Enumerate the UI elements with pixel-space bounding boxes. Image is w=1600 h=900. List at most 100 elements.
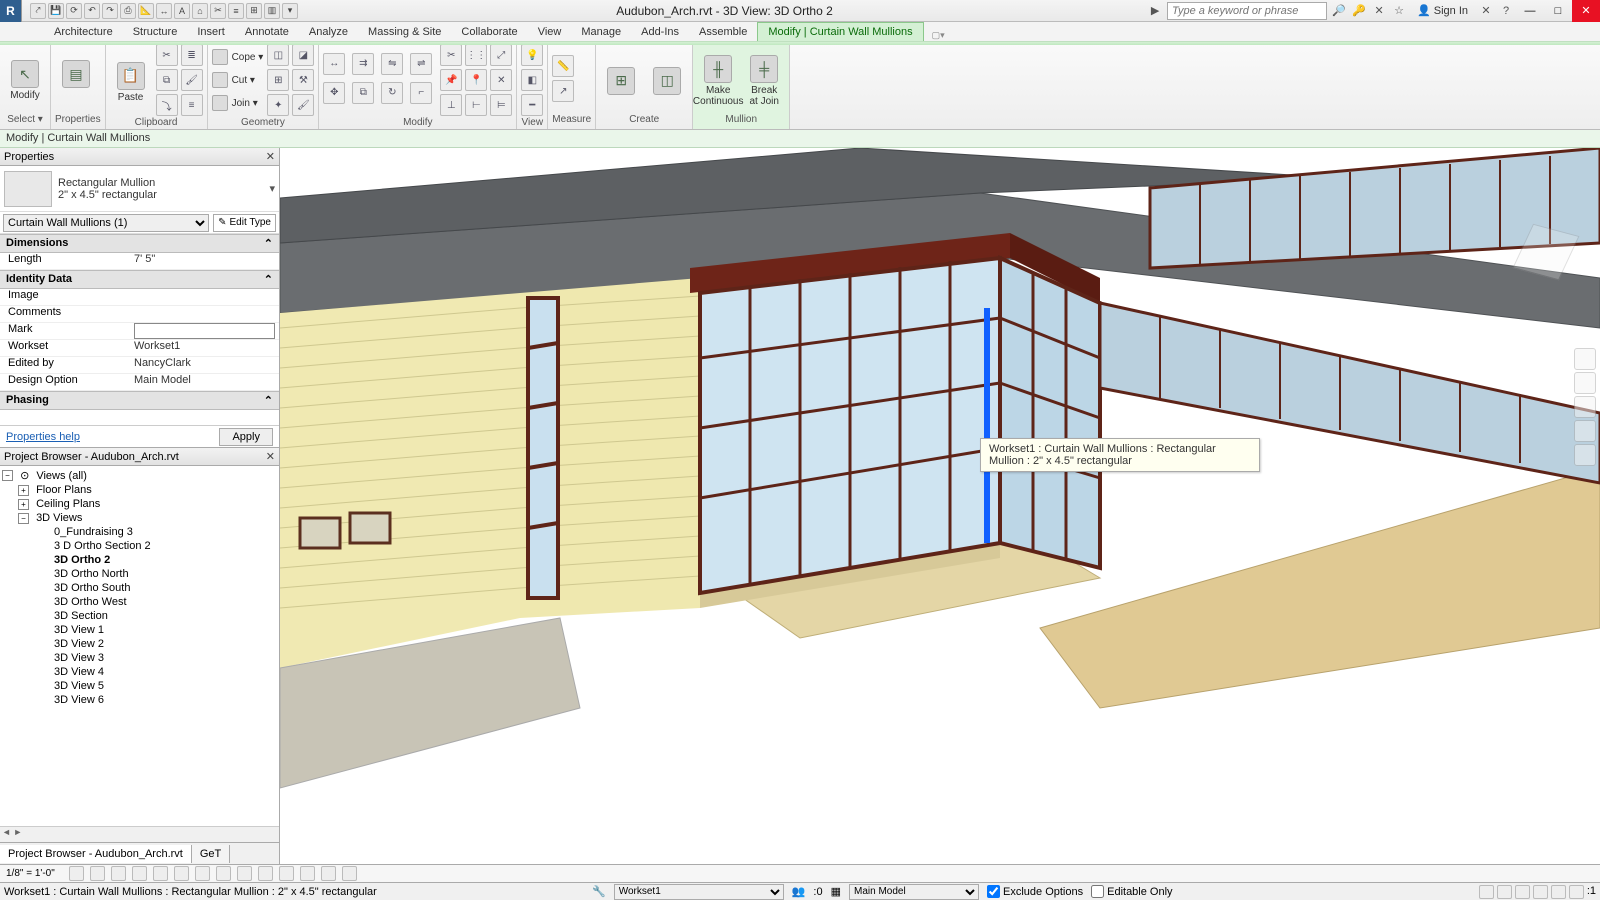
properties-help-link[interactable]: Properties help <box>6 431 80 443</box>
trim-extend-icon[interactable]: ⊥ <box>440 94 462 116</box>
tree-3d-view-item[interactable]: 3D View 3 <box>0 651 279 665</box>
mirror-axis-icon[interactable]: ⇋ <box>381 53 403 75</box>
create-assembly-button[interactable]: ◫ <box>646 63 688 95</box>
crop-view-icon[interactable] <box>174 866 189 881</box>
apply-button[interactable]: Apply <box>219 428 273 446</box>
hide-icon[interactable]: 💡 <box>521 44 543 66</box>
collapse-icon[interactable]: ⌃ <box>264 394 273 407</box>
unpin-icon[interactable]: 📍 <box>465 69 487 91</box>
group-dimensions[interactable]: Dimensions⌃ <box>0 234 279 253</box>
worksharing-display-icon[interactable] <box>279 866 294 881</box>
linework-icon[interactable]: ━ <box>521 94 543 116</box>
align-tool-icon[interactable]: ↔ <box>323 53 345 75</box>
design-option-select[interactable]: Main Model <box>849 884 979 900</box>
measure-icon[interactable]: 📐 <box>138 3 154 19</box>
tree-3d-view-item[interactable]: 3D View 6 <box>0 693 279 707</box>
split-face-icon[interactable]: ◪ <box>292 44 314 66</box>
sync-icon[interactable]: ⟳ <box>66 3 82 19</box>
tree-3d-view-item[interactable]: 3D View 1 <box>0 623 279 637</box>
make-continuous-button[interactable]: ╫Make Continuous <box>697 51 739 107</box>
align-icon[interactable]: ↔ <box>156 3 172 19</box>
tree-3d-view-item[interactable]: 3D Ortho North <box>0 567 279 581</box>
collapse-icon[interactable]: − <box>2 470 13 481</box>
temp-hide-icon[interactable] <box>237 866 252 881</box>
chevron-down-icon[interactable]: ▾ <box>269 182 275 195</box>
text-icon[interactable]: A <box>174 3 190 19</box>
highlight-displace-icon[interactable] <box>321 866 336 881</box>
paste-aligned-icon[interactable]: ⤵ <box>156 94 178 116</box>
collapse-icon[interactable]: ⌃ <box>264 237 273 250</box>
3d-model-canvas[interactable] <box>280 148 1600 864</box>
move-icon[interactable]: ✥ <box>323 82 345 104</box>
tab-overflow-icon[interactable]: ▢▾ <box>932 30 945 41</box>
type-selector[interactable]: Rectangular Mullion2" x 4.5" rectangular… <box>0 166 279 212</box>
select-underlay-icon[interactable] <box>1497 885 1512 899</box>
mirror-draw-icon[interactable]: ⇌ <box>410 53 432 75</box>
collapse-icon[interactable]: ⌃ <box>264 273 273 286</box>
tree-3d-view-item[interactable]: 3D Ortho South <box>0 581 279 595</box>
3d-icon[interactable]: ⌂ <box>192 3 208 19</box>
minimize-button[interactable]: — <box>1516 0 1544 22</box>
beam-join-icon[interactable]: ⊞ <box>267 69 289 91</box>
qat-dropdown-icon[interactable]: ▾ <box>282 3 298 19</box>
group-phasing[interactable]: Phasing⌃ <box>0 391 279 410</box>
create-similar-button[interactable]: ⊞ <box>600 63 642 95</box>
lookaround-icon[interactable] <box>1574 444 1596 466</box>
offset-icon[interactable]: ⇉ <box>352 53 374 75</box>
favorite-icon[interactable]: ☆ <box>1391 3 1407 19</box>
tree-views-root[interactable]: − ⊙ Views (all) <box>0 468 279 483</box>
cut-button[interactable]: Cut ▾ <box>212 70 264 90</box>
detail-level-icon[interactable] <box>69 866 84 881</box>
pan-icon[interactable] <box>1574 372 1596 394</box>
extend-multi-icon[interactable]: ⊨ <box>490 94 512 116</box>
crop-region-icon[interactable] <box>195 866 210 881</box>
tree-3d-view-item[interactable]: 3D Section <box>0 609 279 623</box>
properties-header[interactable]: Properties ✕ <box>0 148 279 166</box>
panel-label-select[interactable]: Select ▾ <box>4 113 46 129</box>
array-icon[interactable]: ⋮⋮ <box>465 44 487 66</box>
close-icon[interactable]: ✕ <box>266 450 275 463</box>
sign-in-button[interactable]: 👤Sign In <box>1411 4 1474 17</box>
rendering-icon[interactable] <box>153 866 168 881</box>
delete-icon[interactable]: ✕ <box>490 69 512 91</box>
switch-windows-icon[interactable]: ▥ <box>264 3 280 19</box>
group-identity[interactable]: Identity Data⌃ <box>0 270 279 289</box>
reveal-constraints-icon[interactable] <box>342 866 357 881</box>
redo-icon[interactable]: ↷ <box>102 3 118 19</box>
tab-insert[interactable]: Insert <box>187 23 235 41</box>
tree-floor-plans[interactable]: + Floor Plans <box>0 483 279 497</box>
search-input[interactable] <box>1167 2 1327 20</box>
paste-button[interactable]: 📋Paste <box>110 58 152 103</box>
orbit-icon[interactable] <box>1574 420 1596 442</box>
browser-h-scrollbar[interactable] <box>0 826 279 842</box>
browser-header[interactable]: Project Browser - Audubon_Arch.rvt ✕ <box>0 448 279 466</box>
tab-modify-context[interactable]: Modify | Curtain Wall Mullions <box>757 22 923 41</box>
exchange-icon[interactable]: ✕ <box>1371 3 1387 19</box>
view-scale[interactable]: 1/8" = 1'-0" <box>6 868 55 879</box>
close-icon[interactable]: ✕ <box>266 150 275 163</box>
cope-button[interactable]: Cope ▾ <box>212 47 264 67</box>
properties-button[interactable]: ▤ <box>55 56 97 101</box>
demolish-icon[interactable]: ⚒ <box>292 69 314 91</box>
select-face-icon[interactable] <box>1533 885 1548 899</box>
browser-tab-get[interactable]: GeT <box>192 845 230 863</box>
tab-architecture[interactable]: Architecture <box>44 23 123 41</box>
wall-join-icon[interactable]: ✦ <box>267 94 289 116</box>
rotate-icon[interactable]: ↻ <box>381 82 403 104</box>
save-icon[interactable]: 💾 <box>48 3 64 19</box>
collapse-icon[interactable]: − <box>18 513 29 524</box>
scale-icon[interactable]: ⤢ <box>490 44 512 66</box>
tab-collaborate[interactable]: Collaborate <box>451 23 527 41</box>
tab-structure[interactable]: Structure <box>123 23 188 41</box>
tab-analyze[interactable]: Analyze <box>299 23 358 41</box>
join-button[interactable]: Join ▾ <box>212 93 264 113</box>
paint-geom-icon[interactable]: 🖌 <box>292 94 314 116</box>
close-button[interactable]: ✕ <box>1572 0 1600 22</box>
measure-tool-icon[interactable]: 📏 <box>552 55 574 77</box>
open-icon[interactable]: ⤤ <box>30 3 46 19</box>
properties-filter-select[interactable]: Curtain Wall Mullions (1) <box>3 214 209 232</box>
select-links-icon[interactable] <box>1479 885 1494 899</box>
binoculars-icon[interactable]: 🔎 <box>1331 3 1347 19</box>
tree-ceiling-plans[interactable]: + Ceiling Plans <box>0 497 279 511</box>
zoom-icon[interactable] <box>1574 396 1596 418</box>
